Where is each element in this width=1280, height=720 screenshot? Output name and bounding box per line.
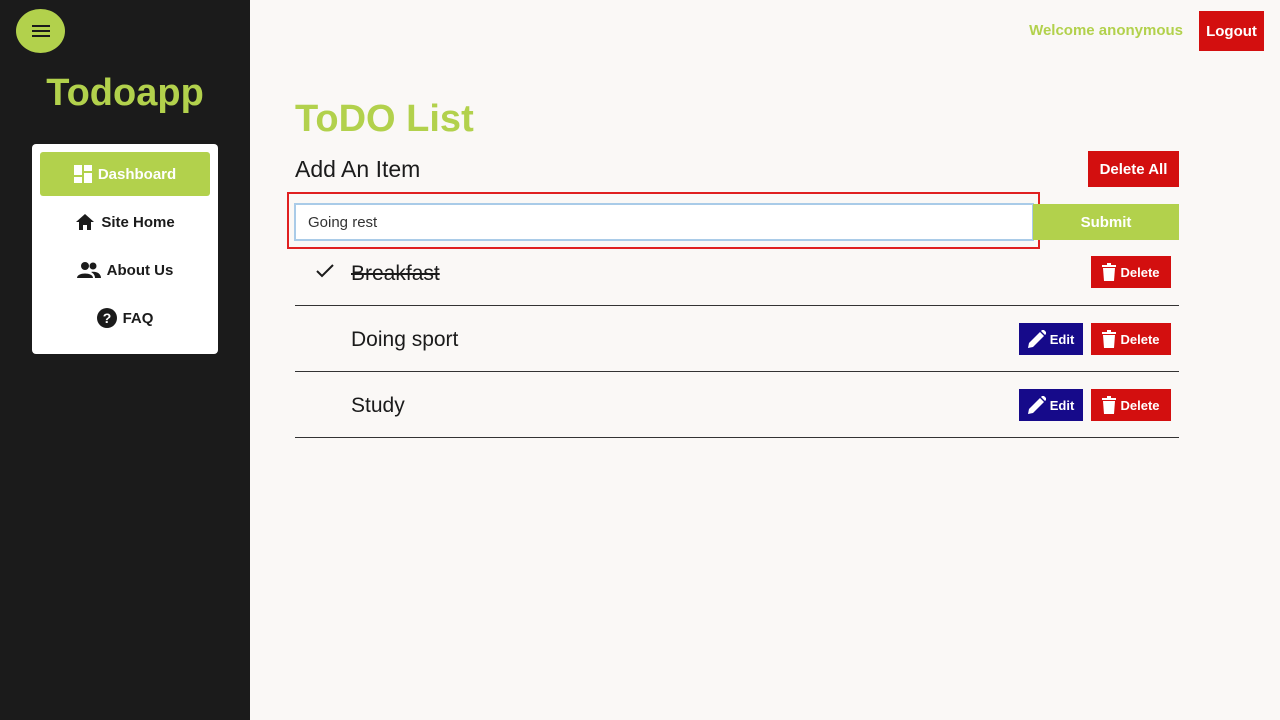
people-icon (76, 262, 101, 278)
delete-button[interactable]: Delete (1091, 256, 1171, 288)
item-text[interactable]: Breakfast (351, 262, 440, 286)
sidebar-item-label: FAQ (122, 309, 154, 327)
svg-text:?: ? (102, 310, 111, 326)
page-title: ToDO List (295, 98, 474, 140)
delete-all-button[interactable]: Delete All (1088, 151, 1179, 187)
item-actions: Edit Delete (1019, 389, 1171, 421)
sidebar-item-label: Dashboard (97, 165, 177, 183)
edit-button[interactable]: Edit (1019, 389, 1083, 421)
delete-label: Delete (1120, 264, 1160, 280)
sidebar-nav: Dashboard Site Home About Us ? FAQ (32, 144, 218, 354)
trash-icon (1102, 396, 1117, 414)
welcome-text: Welcome anonymous (1029, 22, 1183, 39)
checkmark-icon (316, 264, 334, 278)
list-item: Study Edit Delete (295, 372, 1179, 438)
todo-list: Breakfast Delete Doing sport Edit Delete… (295, 240, 1179, 438)
list-item: Doing sport Edit Delete (295, 306, 1179, 372)
pencil-icon (1027, 396, 1046, 414)
sidebar-item-about-us[interactable]: About Us (40, 248, 210, 292)
home-icon (76, 214, 95, 230)
item-actions: Edit Delete (1019, 323, 1171, 355)
delete-label: Delete (1120, 397, 1160, 413)
delete-button[interactable]: Delete (1091, 389, 1171, 421)
new-item-input[interactable] (294, 203, 1034, 241)
sidebar: Todoapp Dashboard Site Home About Us ? F… (0, 0, 250, 720)
sidebar-item-label: Site Home (101, 213, 175, 231)
brand-title: Todoapp (46, 72, 204, 114)
hamburger-icon (31, 25, 50, 37)
submit-button[interactable]: Submit (1033, 204, 1179, 240)
pencil-icon (1027, 330, 1046, 348)
trash-icon (1102, 330, 1117, 348)
delete-button[interactable]: Delete (1091, 323, 1171, 355)
logout-button[interactable]: Logout (1199, 11, 1264, 51)
delete-label: Delete (1120, 331, 1160, 347)
help-circle-icon: ? (96, 308, 117, 328)
edit-button[interactable]: Edit (1019, 323, 1083, 355)
sidebar-item-label: About Us (106, 261, 174, 279)
edit-label: Edit (1049, 331, 1075, 347)
trash-icon (1102, 263, 1117, 281)
item-text[interactable]: Study (351, 394, 405, 418)
menu-toggle-button[interactable] (16, 9, 65, 53)
add-item-heading: Add An Item (295, 156, 421, 182)
item-actions: Delete (1091, 256, 1171, 288)
dashboard-icon (73, 165, 92, 183)
sidebar-item-faq[interactable]: ? FAQ (40, 296, 210, 340)
edit-label: Edit (1049, 397, 1075, 413)
sidebar-item-dashboard[interactable]: Dashboard (40, 152, 210, 196)
item-text[interactable]: Doing sport (351, 328, 458, 352)
sidebar-item-site-home[interactable]: Site Home (40, 200, 210, 244)
list-item: Breakfast Delete (295, 240, 1179, 306)
